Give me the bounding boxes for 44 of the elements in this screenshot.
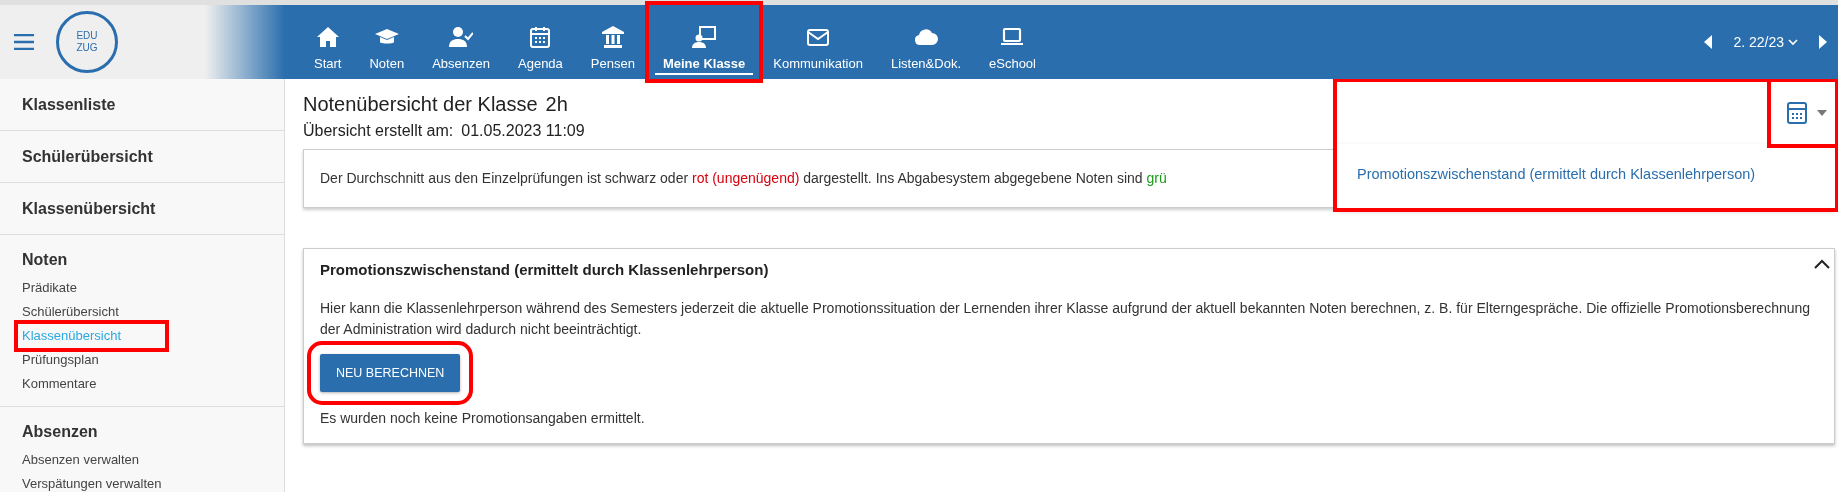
sidebar-item[interactable]: Schülerübersicht (22, 300, 119, 324)
sidebar-item[interactable]: Verspätungen verwalten (22, 472, 162, 492)
sidebar-heading[interactable]: Schülerübersicht (22, 145, 153, 169)
calendar-icon (528, 24, 553, 49)
sidebar-item[interactable]: Kommentare (22, 372, 97, 396)
building-icon (600, 24, 625, 49)
calculator-icon (1787, 102, 1807, 124)
caret-icon (1817, 110, 1827, 116)
nav-tab[interactable]: Start (300, 5, 356, 79)
nav-tab[interactable]: Agenda (504, 5, 577, 79)
status-text: Es wurden noch keine Promotionsangaben ermittelt. (320, 409, 646, 429)
sidebar-heading[interactable]: Klassenübersicht (22, 197, 156, 221)
person-check-icon (449, 24, 474, 49)
page-title: Notenübersicht der Klasse (303, 92, 538, 117)
sidebar-heading: Noten (22, 250, 68, 270)
previous-arrow-icon[interactable] (1703, 35, 1714, 49)
card-description: Hier kann die Klassenlehrperson während des Semesters jederzeit die aktuelle Promotionssituation der Lernenden ihrer Klasse aufgrund der aktuell bekannten Noten berechnen, z. B. für Elterngespräche. Die offizielle Promotionsberechnung der Administration wird dadurch nicht beeinträchtigt. (320, 298, 1812, 339)
sidebar-item[interactable]: Prädikate (22, 276, 77, 300)
nav-tab[interactable]: Listen&Dok. (876, 5, 975, 79)
menu-icon[interactable] (14, 34, 34, 50)
nav-tab[interactable]: eSchool (975, 5, 1050, 79)
nav-tab[interactable]: Noten (355, 5, 419, 79)
chevron-up-icon[interactable] (1814, 259, 1830, 269)
created-date: 01.05.2023 11:09 (461, 121, 585, 141)
card-title: Promotionszwischenstand (ermittelt durch Klassenlehrperson) (320, 260, 769, 280)
term-selector[interactable]: 2. 22/23 (1727, 30, 1804, 54)
home-icon (315, 24, 340, 49)
sidebar-heading[interactable]: Klassenliste (22, 93, 116, 117)
logo[interactable]: EDU ZUG (56, 11, 118, 73)
nav-tab[interactable]: Absenzen (418, 5, 504, 79)
sidebar-heading: Absenzen (22, 422, 98, 442)
recalculate-button[interactable]: NEU BERECHNEN (320, 353, 461, 393)
nav-tab[interactable]: Kommunikation (759, 5, 877, 79)
created-label: Übersicht erstellt am: (303, 121, 454, 141)
nav-tab[interactable]: Meine Klasse (648, 5, 760, 79)
chevron-down-icon (1788, 38, 1798, 46)
class-name: 2h (545, 92, 568, 117)
person-board-icon (692, 24, 717, 49)
sidebar-item[interactable]: Absenzen verwalten (22, 448, 140, 472)
dropdown-item[interactable]: Promotionszwischenstand (ermittelt durch Klassenlehrperson) (1357, 164, 1756, 186)
info-text: Der Durchschnitt aus den Einzelprüfungen ist schwarz oder rot (ungenügend) dargestellt. Ins Abgabesystem abgegebene Noten sind grü (320, 169, 1168, 188)
sidebar-item[interactable]: Prüfungsplan (22, 348, 99, 372)
next-arrow-icon[interactable] (1818, 35, 1828, 49)
nav-tab[interactable]: Pensen (576, 5, 649, 79)
